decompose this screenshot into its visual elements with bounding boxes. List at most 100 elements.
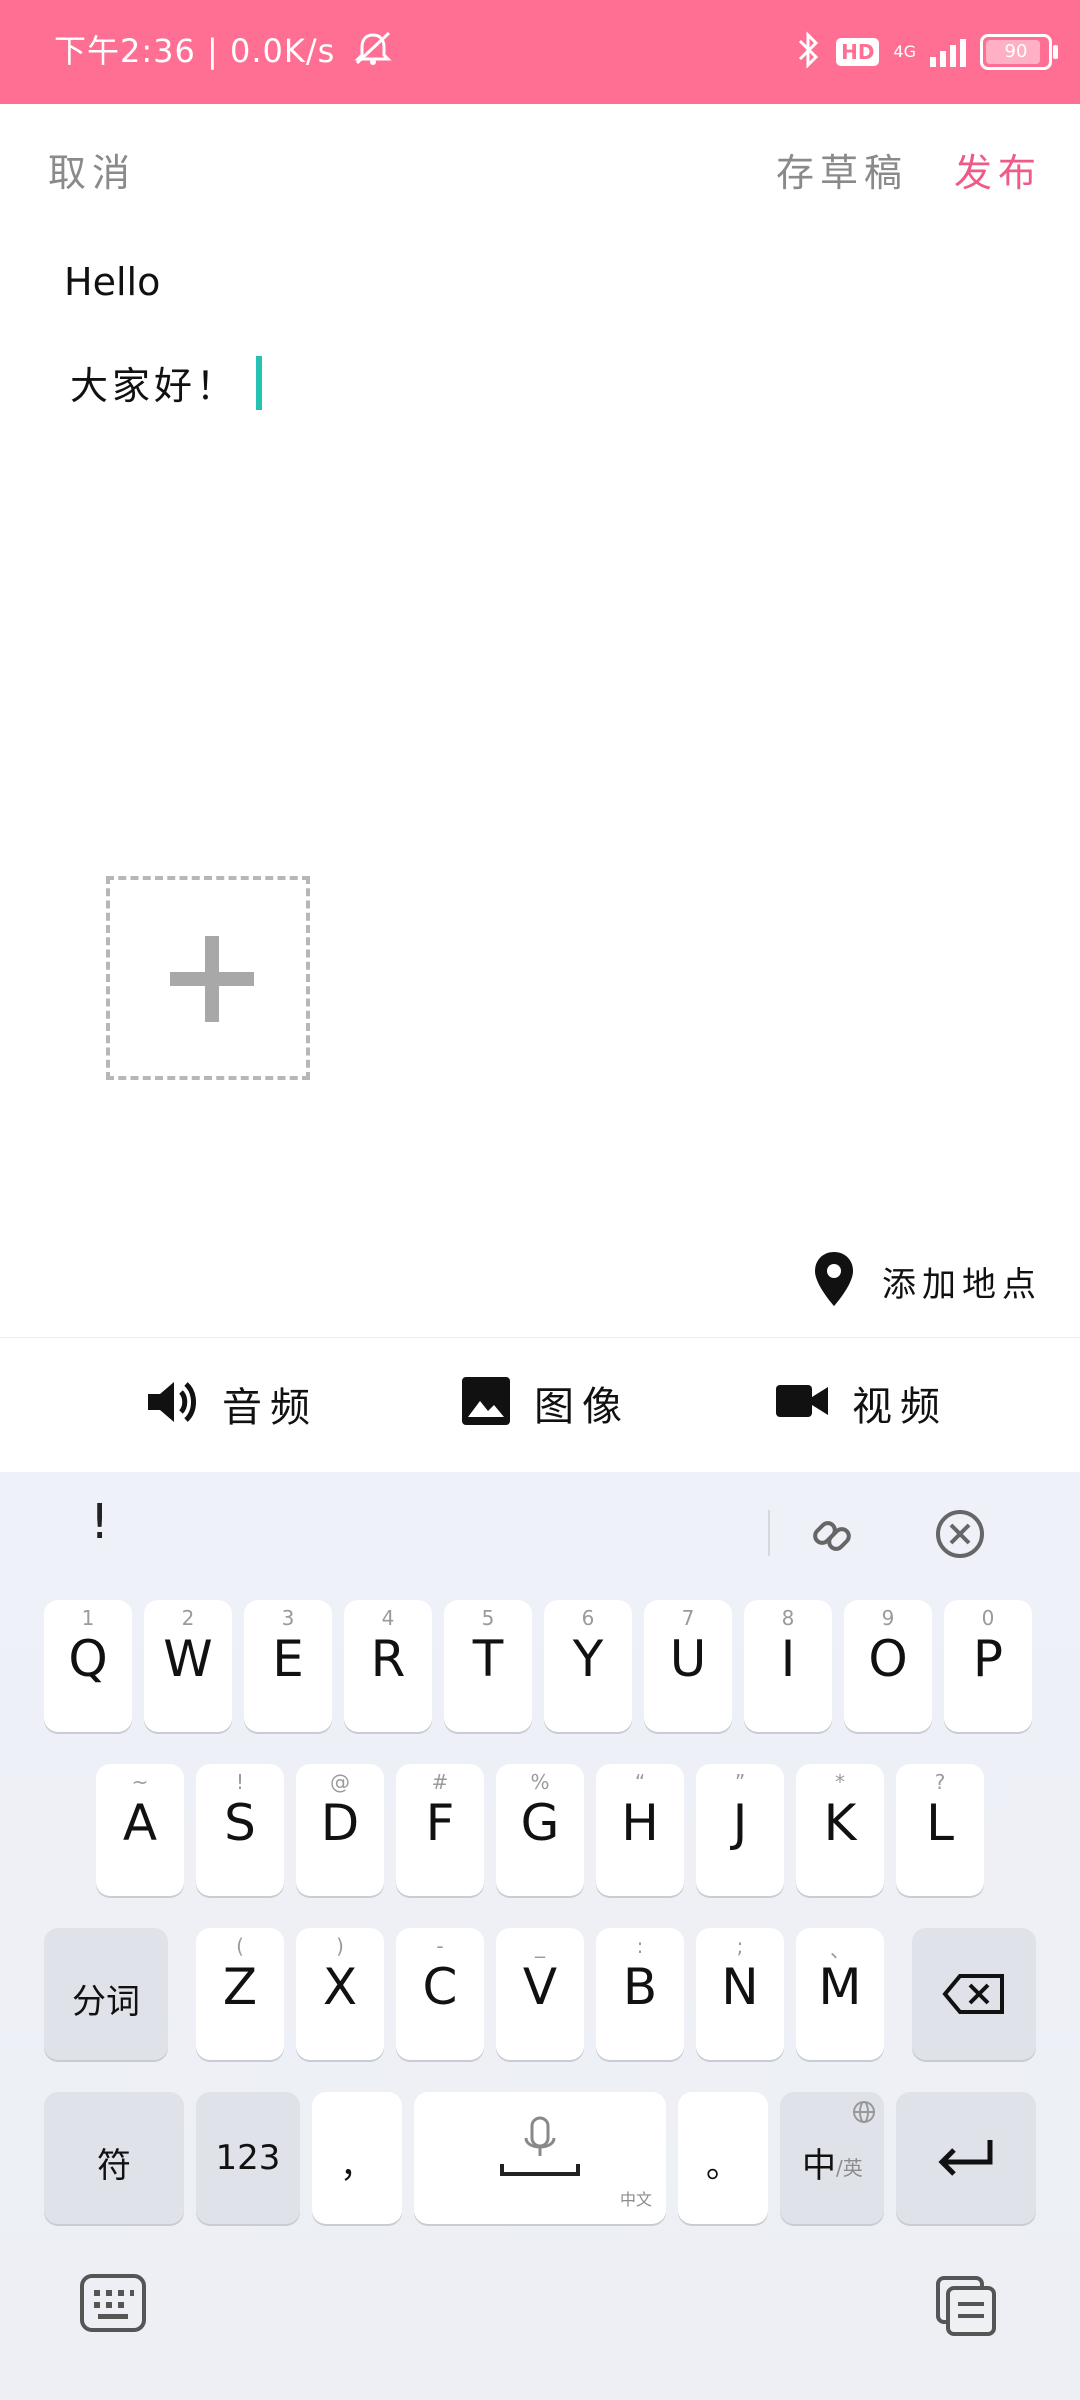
key-d[interactable]: @ D xyxy=(296,1764,384,1896)
key-b[interactable]: :B xyxy=(596,1928,684,2060)
battery-icon: 90 xyxy=(980,34,1058,70)
numbers-key[interactable]: 123 xyxy=(196,2092,300,2224)
key-w[interactable]: 2W xyxy=(144,1600,232,1732)
key-hint: ” xyxy=(734,1770,746,1794)
numbers-label: 123 xyxy=(215,2138,281,2178)
key-label: Y xyxy=(572,1630,604,1688)
key-y[interactable]: 6Y xyxy=(544,1600,632,1732)
key-hint: 1 xyxy=(81,1606,95,1630)
add-location-button[interactable]: 添加地点 xyxy=(812,1250,1042,1312)
space-sub-label: 中文 xyxy=(619,2190,652,2209)
cancel-button[interactable]: 取消 xyxy=(48,142,136,197)
key-label: X xyxy=(322,1958,358,2016)
key-i[interactable]: 8I xyxy=(744,1600,832,1732)
alarm-off-icon xyxy=(353,31,393,75)
key-label: F xyxy=(425,1794,455,1852)
key-q[interactable]: 1Q xyxy=(44,1600,132,1732)
key-hint: 6 xyxy=(581,1606,595,1630)
post-title-input[interactable]: Hello xyxy=(64,260,160,304)
key-v[interactable]: _ V xyxy=(496,1928,584,2060)
status-bar: 下午2:36 | 0.0K/s HD 4G 90 xyxy=(0,0,1080,104)
enter-icon xyxy=(936,2136,996,2180)
key-h[interactable]: “H xyxy=(596,1764,684,1896)
audio-button[interactable]: 音频 xyxy=(144,1374,318,1434)
language-sub-label: /英 xyxy=(836,2156,863,2180)
key-u[interactable]: 7U xyxy=(644,1600,732,1732)
key-label: I xyxy=(780,1630,796,1688)
key-p[interactable]: 0P xyxy=(944,1600,1032,1732)
comma-key[interactable]: ， xyxy=(312,2092,402,2224)
symbols-key[interactable]: 符 xyxy=(44,2092,184,2224)
close-keyboard-icon[interactable] xyxy=(934,1508,986,1564)
video-button[interactable]: 视频 xyxy=(774,1374,948,1432)
status-time: 下午2:36 xyxy=(54,32,196,70)
clipboard-icon[interactable] xyxy=(934,2274,998,2342)
add-media-button[interactable] xyxy=(106,876,310,1080)
space-key[interactable]: 中文 xyxy=(414,2092,666,2224)
key-e[interactable]: 3E xyxy=(244,1600,332,1732)
key-hint: @ xyxy=(330,1770,350,1794)
key-x[interactable]: ) X xyxy=(296,1928,384,2060)
signal-icon xyxy=(930,37,966,67)
key-z[interactable]: (Z xyxy=(196,1928,284,2060)
key-hint: 3 xyxy=(281,1606,295,1630)
image-button[interactable]: 图像 xyxy=(460,1374,630,1432)
key-j[interactable]: ” J xyxy=(696,1764,784,1896)
key-s[interactable]: ! S xyxy=(196,1764,284,1896)
post-body-text: 大家好！ xyxy=(70,364,239,408)
key-label: S xyxy=(224,1794,256,1852)
key-f[interactable]: # F xyxy=(396,1764,484,1896)
key-label: D xyxy=(320,1794,360,1852)
key-hint: ( xyxy=(236,1934,244,1958)
key-c[interactable]: -C xyxy=(396,1928,484,2060)
publish-button[interactable]: 发布 xyxy=(954,142,1042,197)
enter-key[interactable] xyxy=(896,2092,1036,2224)
backspace-icon xyxy=(942,1972,1006,2020)
key-hint: - xyxy=(436,1934,444,1958)
keyboard-switch-icon[interactable] xyxy=(78,2272,148,2338)
key-hint: ! xyxy=(235,1770,245,1794)
key-t[interactable]: 5T xyxy=(444,1600,532,1732)
key-label: C xyxy=(422,1958,458,2016)
key-hint: ; xyxy=(736,1934,744,1958)
symbols-label: 符 xyxy=(97,2146,131,2186)
key-g[interactable]: % G xyxy=(496,1764,584,1896)
key-m[interactable]: 、 M xyxy=(796,1928,884,2060)
key-o[interactable]: 9O xyxy=(844,1600,932,1732)
key-label: B xyxy=(622,1958,658,2016)
key-hint: _ xyxy=(535,1934,545,1958)
battery-level: 90 xyxy=(1004,41,1028,62)
save-draft-button[interactable]: 存草稿 xyxy=(776,142,908,197)
key-n[interactable]: ; N xyxy=(696,1928,784,2060)
key-label: T xyxy=(472,1630,504,1688)
fenci-key[interactable]: 分词 xyxy=(44,1928,168,2060)
key-label: R xyxy=(370,1630,406,1688)
key-label: J xyxy=(732,1794,748,1852)
key-hint: 5 xyxy=(481,1606,495,1630)
bluetooth-icon xyxy=(796,31,822,73)
key-hint: 8 xyxy=(781,1606,795,1630)
key-hint: * xyxy=(835,1770,845,1794)
backspace-key[interactable] xyxy=(912,1928,1036,2060)
key-l[interactable]: ? L xyxy=(896,1764,984,1896)
plus-icon-vertical xyxy=(205,936,219,1022)
globe-icon xyxy=(852,2100,876,2128)
language-toggle-key[interactable]: 中 /英 xyxy=(780,2092,884,2224)
key-label: G xyxy=(520,1794,560,1852)
clipboard-link-icon[interactable] xyxy=(806,1508,860,1566)
comma-label: ， xyxy=(340,2146,374,2186)
image-label: 图像 xyxy=(534,1384,630,1430)
key-label: H xyxy=(621,1794,659,1852)
status-speed: 0.0K/s xyxy=(230,32,336,70)
candidate-word[interactable]: ! xyxy=(90,1494,109,1550)
status-right: HD 4G 90 xyxy=(796,28,1058,76)
key-hint: 9 xyxy=(881,1606,895,1630)
key-r[interactable]: 4R xyxy=(344,1600,432,1732)
period-key[interactable]: 。 xyxy=(678,2092,768,2224)
key-k[interactable]: * K xyxy=(796,1764,884,1896)
post-body-input[interactable]: 大家好！ xyxy=(70,355,263,410)
key-label: O xyxy=(868,1630,908,1688)
key-label: A xyxy=(122,1794,158,1852)
key-a[interactable]: ~ A xyxy=(96,1764,184,1896)
key-hint: 2 xyxy=(181,1606,195,1630)
